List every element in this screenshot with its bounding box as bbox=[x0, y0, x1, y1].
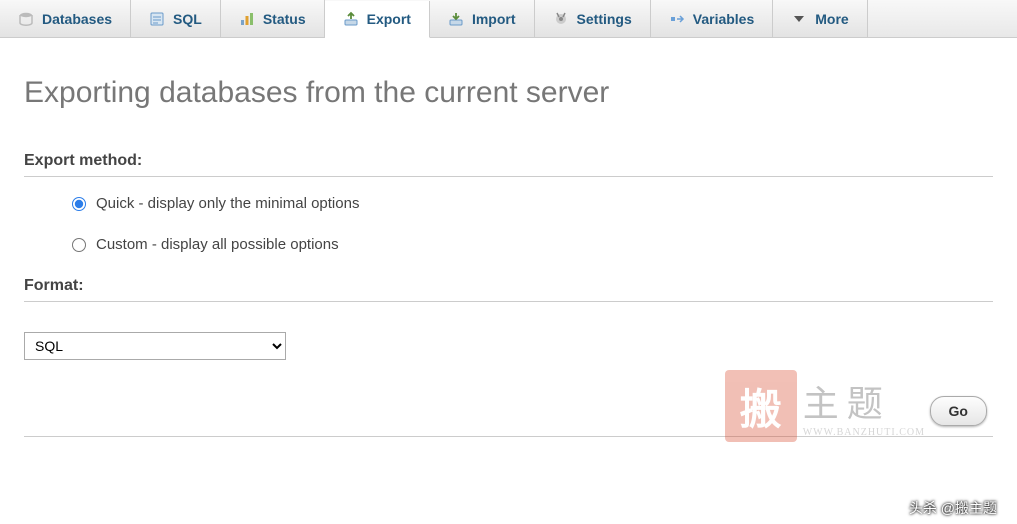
go-button[interactable]: Go bbox=[930, 396, 987, 426]
tab-label: Status bbox=[263, 11, 306, 27]
sql-icon bbox=[149, 11, 165, 27]
radio-custom-label: Custom - display all possible options bbox=[96, 236, 339, 253]
status-icon bbox=[239, 11, 255, 27]
variables-icon bbox=[669, 11, 685, 27]
tab-more[interactable]: More bbox=[773, 0, 867, 37]
tab-export[interactable]: Export bbox=[325, 1, 430, 38]
main-content: Exporting databases from the current ser… bbox=[0, 38, 1017, 437]
radio-quick[interactable]: Quick - display only the minimal options bbox=[72, 195, 993, 212]
divider bbox=[24, 301, 993, 302]
tab-databases[interactable]: Databases bbox=[0, 0, 131, 37]
tab-label: Settings bbox=[577, 11, 632, 27]
footer-credit: 头杀 @搬主题 bbox=[909, 498, 997, 518]
tab-label: SQL bbox=[173, 11, 202, 27]
database-icon bbox=[18, 11, 34, 27]
radio-custom-input[interactable] bbox=[72, 238, 86, 252]
radio-quick-input[interactable] bbox=[72, 197, 86, 211]
action-row: Go bbox=[24, 396, 993, 426]
tab-bar: Databases SQL Status Export Import Setti… bbox=[0, 0, 1017, 38]
tab-sql[interactable]: SQL bbox=[131, 0, 221, 37]
chevron-down-icon bbox=[791, 11, 807, 27]
format-select[interactable]: SQL bbox=[24, 332, 286, 360]
import-icon bbox=[448, 11, 464, 27]
tab-label: Import bbox=[472, 11, 516, 27]
radio-custom[interactable]: Custom - display all possible options bbox=[72, 236, 993, 253]
divider bbox=[24, 436, 993, 437]
divider bbox=[24, 176, 993, 177]
tab-settings[interactable]: Settings bbox=[535, 0, 651, 37]
tab-label: More bbox=[815, 11, 848, 27]
format-section: Format: SQL bbox=[24, 277, 993, 360]
export-method-title: Export method: bbox=[24, 152, 993, 170]
tab-label: Export bbox=[367, 11, 411, 27]
format-title: Format: bbox=[24, 277, 993, 295]
radio-quick-label: Quick - display only the minimal options bbox=[96, 195, 359, 212]
tab-label: Variables bbox=[693, 11, 755, 27]
tab-variables[interactable]: Variables bbox=[651, 0, 774, 37]
tab-import[interactable]: Import bbox=[430, 0, 535, 37]
settings-icon bbox=[553, 11, 569, 27]
page-title: Exporting databases from the current ser… bbox=[24, 76, 993, 110]
tab-status[interactable]: Status bbox=[221, 0, 325, 37]
export-method-group: Quick - display only the minimal options… bbox=[24, 195, 993, 253]
export-icon bbox=[343, 11, 359, 27]
tab-label: Databases bbox=[42, 11, 112, 27]
